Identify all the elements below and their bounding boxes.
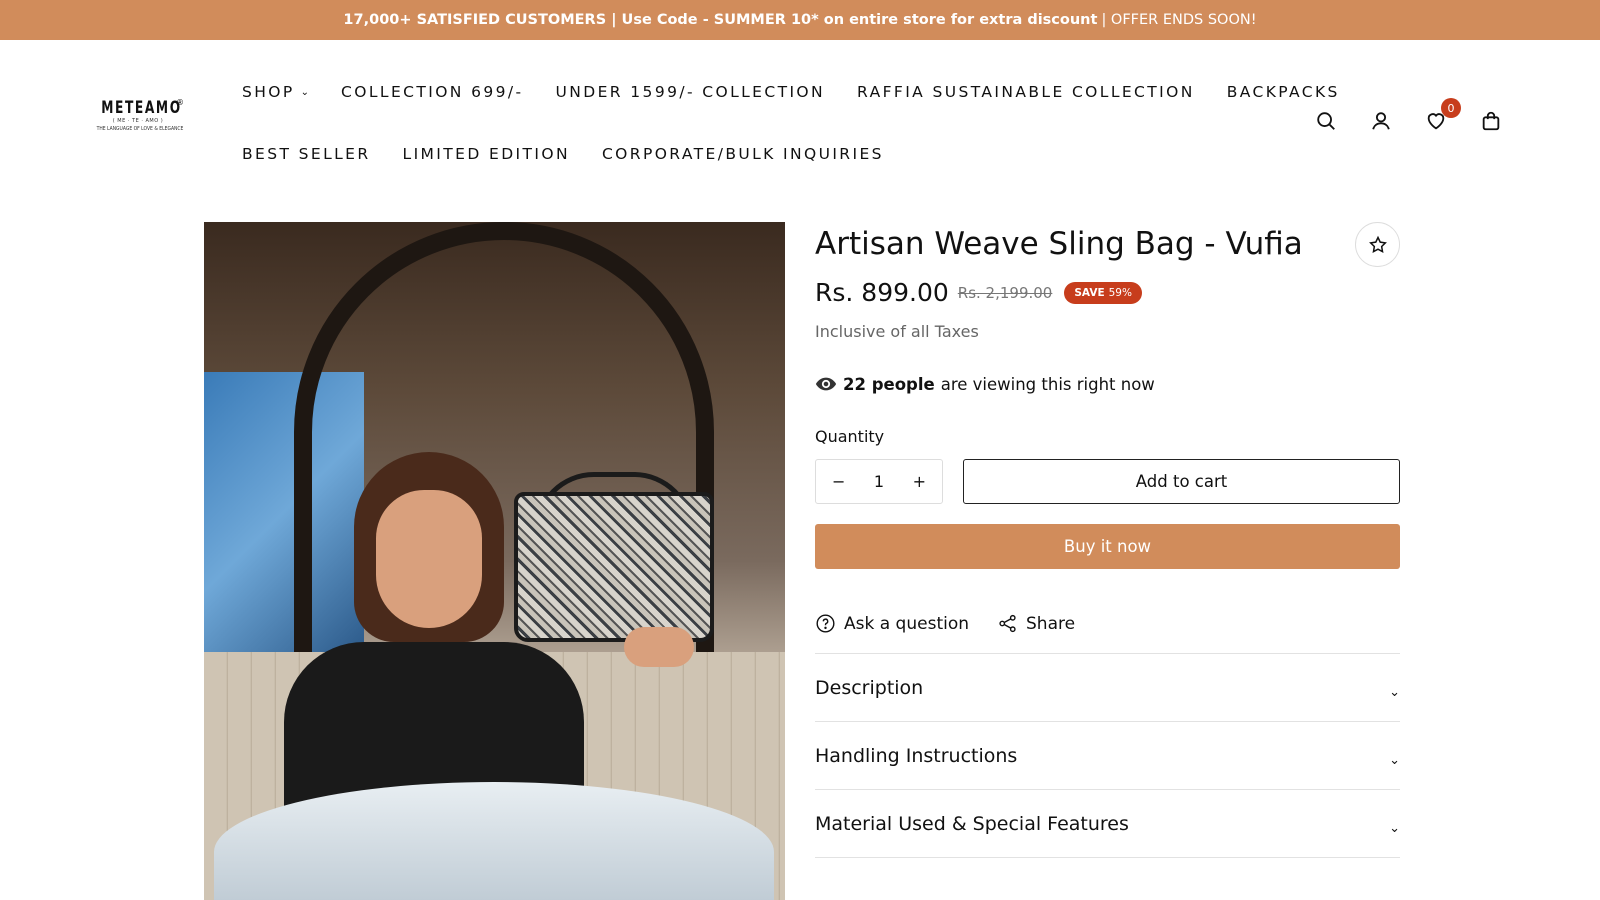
quantity-increase-button[interactable]: +	[913, 472, 926, 491]
accordion-description[interactable]: Description ⌄	[815, 654, 1400, 722]
purchase-actions: − 1 + Add to cart	[815, 459, 1400, 504]
eye-icon	[815, 377, 837, 391]
logo-registered-mark: ®	[176, 98, 184, 107]
accordion-handling-instructions[interactable]: Handling Instructions ⌄	[815, 722, 1400, 790]
viewers-count: 22 people	[843, 374, 935, 394]
image-model-hand	[624, 627, 694, 667]
compare-price: Rs. 2,199.00	[957, 283, 1053, 302]
nav-item-raffia[interactable]: RAFFIA SUSTAINABLE COLLECTION	[857, 83, 1195, 101]
wishlist-count-badge: 0	[1441, 98, 1461, 118]
nav-item-backpacks[interactable]: BACKPACKS	[1227, 83, 1340, 101]
viewers-text: are viewing this right now	[940, 374, 1155, 394]
brand-logo[interactable]: METEAMO ( ME · TE · AMO ) THE LANGUAGE O…	[92, 98, 184, 148]
live-viewers: 22 people are viewing this right now	[815, 373, 1400, 395]
chevron-down-icon: ⌄	[1389, 821, 1400, 836]
save-percent: 59%	[1108, 286, 1132, 299]
price-row: Rs. 899.00 Rs. 2,199.00 SAVE 59%	[815, 278, 1400, 307]
logo-tagline: THE LANGUAGE OF LOVE & ELEGANCE	[96, 126, 184, 132]
nav-item-best-seller[interactable]: BEST SELLER	[242, 145, 371, 163]
announcement-bold-text: 17,000+ SATISFIED CUSTOMERS | Use Code -…	[343, 12, 1098, 28]
product-info: Artisan Weave Sling Bag - Vufia Rs. 899.…	[815, 222, 1400, 858]
quantity-decrease-button[interactable]: −	[832, 472, 845, 491]
chevron-down-icon: ⌄	[300, 86, 310, 98]
product-title: Artisan Weave Sling Bag - Vufia	[815, 226, 1303, 262]
nav-item-label: SHOP	[242, 83, 295, 101]
question-circle-icon	[816, 614, 835, 633]
quantity-input[interactable]: 1	[874, 472, 884, 491]
logo-wordmark: METEAMO	[101, 98, 182, 118]
search-icon[interactable]	[1315, 110, 1339, 134]
accordion-label: Handling Instructions	[815, 744, 1018, 767]
nav-item-limited-edition[interactable]: LIMITED EDITION	[403, 145, 570, 163]
accordion-label: Description	[815, 676, 924, 699]
image-sling-bag	[514, 492, 714, 642]
accordion-material-features[interactable]: Material Used & Special Features ⌄	[815, 790, 1400, 858]
ask-question-label: Ask a question	[844, 613, 970, 634]
buy-now-button[interactable]: Buy it now	[815, 524, 1400, 569]
main-navigation: SHOP ⌄ COLLECTION 699/- UNDER 1599/- COL…	[242, 76, 1342, 200]
save-label: SAVE	[1074, 286, 1105, 299]
announcement-bar: 17,000+ SATISFIED CUSTOMERS | Use Code -…	[0, 0, 1600, 40]
nav-row-primary: SHOP ⌄ COLLECTION 699/- UNDER 1599/- COL…	[242, 76, 1342, 108]
nav-row-secondary: BEST SELLER LIMITED EDITION CORPORATE/BU…	[242, 138, 1342, 170]
user-icon[interactable]	[1370, 110, 1394, 134]
heart-icon[interactable]: 0	[1425, 98, 1461, 134]
quantity-stepper: − 1 +	[815, 459, 943, 504]
star-icon	[1368, 235, 1387, 253]
share-label: Share	[1026, 613, 1076, 634]
product-extra-actions: Ask a question Share	[815, 613, 1400, 654]
add-to-cart-button[interactable]: Add to cart	[963, 459, 1400, 504]
add-to-wishlist-button[interactable]	[1355, 222, 1400, 267]
chevron-down-icon: ⌄	[1389, 685, 1400, 700]
bag-icon[interactable]	[1480, 110, 1504, 134]
nav-item-collection-699[interactable]: COLLECTION 699/-	[341, 83, 523, 101]
nav-item-corporate[interactable]: CORPORATE/BULK INQUIRIES	[602, 145, 884, 163]
nav-item-under-1599[interactable]: UNDER 1599/- COLLECTION	[556, 83, 826, 101]
chevron-down-icon: ⌄	[1389, 753, 1400, 768]
share-icon	[999, 614, 1016, 633]
logo-subtitle: ( ME · TE · AMO )	[112, 118, 164, 124]
quantity-label: Quantity	[815, 427, 885, 446]
sale-price: Rs. 899.00	[815, 278, 949, 307]
accordion-label: Material Used & Special Features	[815, 812, 1129, 835]
product-image[interactable]	[204, 222, 785, 900]
announcement-offer-text: | OFFER ENDS SOON!	[1101, 12, 1257, 28]
tax-note: Inclusive of all Taxes	[815, 322, 979, 341]
share-link[interactable]: Share	[997, 613, 1075, 634]
header-actions: 0	[1284, 98, 1504, 134]
nav-item-shop[interactable]: SHOP ⌄	[242, 83, 309, 101]
image-model-face	[376, 490, 482, 628]
ask-question-link[interactable]: Ask a question	[815, 613, 969, 634]
save-badge: SAVE 59%	[1064, 281, 1142, 304]
